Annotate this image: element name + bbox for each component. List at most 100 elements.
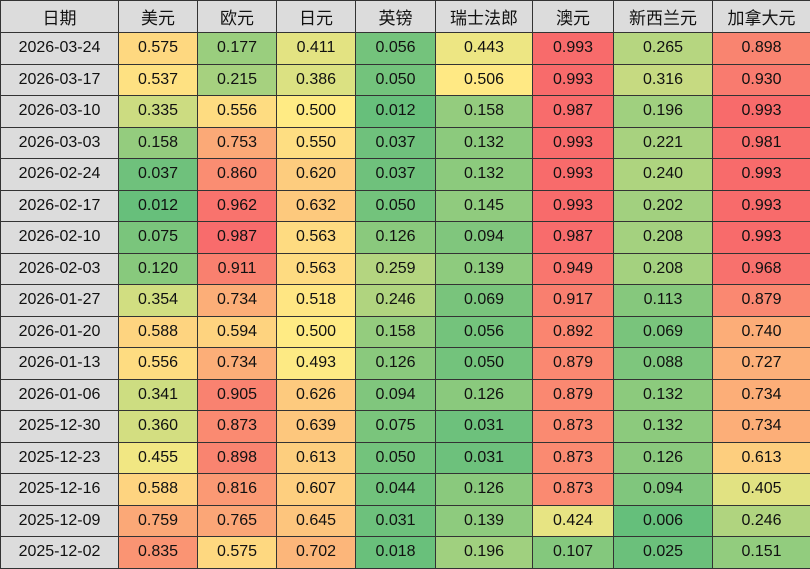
date-cell: 2025-12-02: [1, 537, 119, 569]
table-row: 2026-01-130.5560.7340.4930.1260.0500.879…: [1, 348, 810, 380]
table-row: 2025-12-090.7590.7650.6450.0310.1390.424…: [1, 505, 810, 537]
heatmap-cell: 0.645: [277, 505, 356, 537]
heatmap-cell: 0.056: [436, 316, 533, 348]
date-cell: 2026-01-06: [1, 379, 119, 411]
heatmap-cell: 0.588: [119, 316, 198, 348]
heatmap-cell: 0.835: [119, 537, 198, 569]
date-cell: 2025-12-09: [1, 505, 119, 537]
heatmap-cell: 0.151: [713, 537, 810, 569]
heatmap-cell: 0.107: [533, 537, 614, 569]
heatmap-cell: 0.765: [198, 505, 277, 537]
heatmap-cell: 0.050: [356, 442, 436, 474]
heatmap-cell: 0.898: [198, 442, 277, 474]
heatmap-cell: 0.816: [198, 474, 277, 506]
date-cell: 2026-02-17: [1, 190, 119, 222]
heatmap-cell: 0.012: [356, 96, 436, 128]
heatmap-cell: 0.113: [614, 285, 713, 317]
heatmap-cell: 0.702: [277, 537, 356, 569]
heatmap-cell: 0.405: [713, 474, 810, 506]
heatmap-cell: 0.044: [356, 474, 436, 506]
heatmap-cell: 0.132: [614, 379, 713, 411]
heatmap-cell: 0.905: [198, 379, 277, 411]
heatmap-cell: 0.006: [614, 505, 713, 537]
heatmap-cell: 0.962: [198, 190, 277, 222]
heatmap-cell: 0.930: [713, 64, 810, 96]
table-row: 2026-01-270.3540.7340.5180.2460.0690.917…: [1, 285, 810, 317]
heatmap-cell: 0.424: [533, 505, 614, 537]
heatmap-cell: 0.588: [119, 474, 198, 506]
heatmap-cell: 0.575: [119, 33, 198, 65]
column-header: 日期: [1, 1, 119, 33]
column-header: 美元: [119, 1, 198, 33]
heatmap-cell: 0.265: [614, 33, 713, 65]
date-cell: 2026-03-03: [1, 127, 119, 159]
date-cell: 2026-01-20: [1, 316, 119, 348]
heatmap-cell: 0.246: [356, 285, 436, 317]
heatmap-cell: 0.075: [119, 222, 198, 254]
heatmap-cell: 0.556: [119, 348, 198, 380]
heatmap-cell: 0.120: [119, 253, 198, 285]
heatmap-cell: 0.993: [533, 64, 614, 96]
heatmap-cell: 0.993: [713, 159, 810, 191]
heatmap-cell: 0.246: [713, 505, 810, 537]
table-row: 2026-03-170.5370.2150.3860.0500.5060.993…: [1, 64, 810, 96]
heatmap-cell: 0.158: [436, 96, 533, 128]
heatmap-cell: 0.968: [713, 253, 810, 285]
heatmap-cell: 0.917: [533, 285, 614, 317]
heatmap-cell: 0.620: [277, 159, 356, 191]
heatmap-cell: 0.094: [356, 379, 436, 411]
heatmap-cell: 0.993: [533, 33, 614, 65]
heatmap-cell: 0.411: [277, 33, 356, 65]
date-cell: 2026-03-17: [1, 64, 119, 96]
heatmap-cell: 0.132: [436, 127, 533, 159]
heatmap-cell: 0.518: [277, 285, 356, 317]
heatmap-cell: 0.639: [277, 411, 356, 443]
heatmap-cell: 0.613: [713, 442, 810, 474]
heatmap-cell: 0.556: [198, 96, 277, 128]
table-row: 2026-02-170.0120.9620.6320.0500.1450.993…: [1, 190, 810, 222]
heatmap-cell: 0.987: [533, 96, 614, 128]
date-cell: 2026-02-03: [1, 253, 119, 285]
heatmap-cell: 0.139: [436, 253, 533, 285]
column-header: 澳元: [533, 1, 614, 33]
heatmap-cell: 0.341: [119, 379, 198, 411]
heatmap-cell: 0.632: [277, 190, 356, 222]
heatmap-cell: 0.208: [614, 222, 713, 254]
heatmap-cell: 0.202: [614, 190, 713, 222]
heatmap-cell: 0.196: [614, 96, 713, 128]
date-cell: 2026-03-24: [1, 33, 119, 65]
heatmap-cell: 0.443: [436, 33, 533, 65]
table-row: 2026-03-100.3350.5560.5000.0120.1580.987…: [1, 96, 810, 128]
date-cell: 2026-03-10: [1, 96, 119, 128]
heatmap-cell: 0.240: [614, 159, 713, 191]
date-cell: 2026-01-13: [1, 348, 119, 380]
heatmap-cell: 0.259: [356, 253, 436, 285]
heatmap-cell: 0.949: [533, 253, 614, 285]
table-row: 2025-12-230.4550.8980.6130.0500.0310.873…: [1, 442, 810, 474]
heatmap-cell: 0.037: [356, 159, 436, 191]
heatmap-cell: 0.025: [614, 537, 713, 569]
heatmap-cell: 0.493: [277, 348, 356, 380]
heatmap-cell: 0.145: [436, 190, 533, 222]
heatmap-cell: 0.550: [277, 127, 356, 159]
heatmap-cell: 0.993: [533, 127, 614, 159]
heatmap-cell: 0.993: [713, 96, 810, 128]
heatmap-cell: 0.354: [119, 285, 198, 317]
heatmap-cell: 0.911: [198, 253, 277, 285]
table-row: 2026-03-030.1580.7530.5500.0370.1320.993…: [1, 127, 810, 159]
heatmap-cell: 0.879: [533, 348, 614, 380]
heatmap-cell: 0.031: [436, 442, 533, 474]
header-row: 日期美元欧元日元英镑瑞士法郎澳元新西兰元加拿大元: [1, 1, 810, 33]
heatmap-cell: 0.094: [614, 474, 713, 506]
heatmap-cell: 0.594: [198, 316, 277, 348]
heatmap-cell: 0.734: [713, 379, 810, 411]
heatmap-cell: 0.196: [436, 537, 533, 569]
heatmap-cell: 0.132: [436, 159, 533, 191]
heatmap-cell: 0.069: [614, 316, 713, 348]
heatmap-cell: 0.126: [436, 379, 533, 411]
heatmap-cell: 0.208: [614, 253, 713, 285]
heatmap-cell: 0.050: [356, 64, 436, 96]
heatmap-cell: 0.139: [436, 505, 533, 537]
heatmap-cell: 0.892: [533, 316, 614, 348]
heatmap-cell: 0.360: [119, 411, 198, 443]
